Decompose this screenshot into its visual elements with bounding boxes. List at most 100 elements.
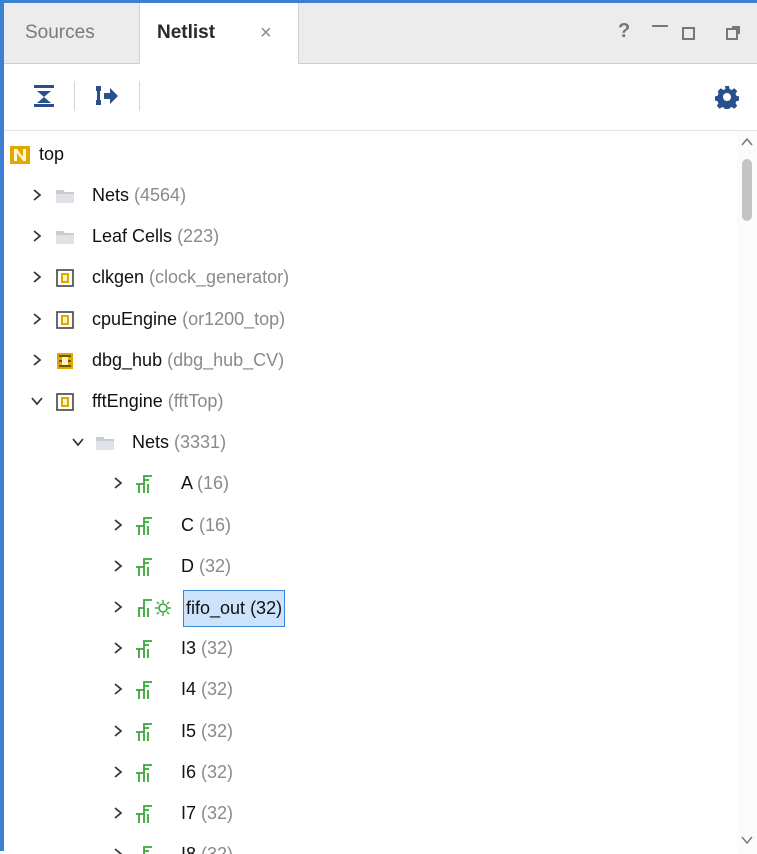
node-name: fftEngine	[92, 391, 163, 411]
collapse-all-icon[interactable]	[31, 83, 57, 109]
bus-net-icon	[136, 516, 152, 535]
node-name: D	[181, 555, 194, 576]
tree-row-label: I8 (32)	[181, 834, 233, 854]
tree-row[interactable]: I8 (32)	[4, 834, 734, 854]
toolbar	[4, 64, 757, 131]
scrollbar-thumb[interactable]	[742, 159, 752, 221]
bus-net-icon	[136, 557, 152, 576]
chevron-right-icon[interactable]	[112, 683, 124, 696]
tree-row[interactable]: I7 (32)	[4, 793, 734, 834]
bus-net-icon	[136, 722, 152, 741]
tree-row-label: Nets (4564)	[92, 175, 186, 216]
cell-icon	[56, 269, 74, 288]
chevron-down-icon[interactable]	[31, 395, 43, 407]
chevron-right-icon[interactable]	[112, 807, 124, 819]
node-name: I4	[181, 679, 197, 700]
folder-icon	[56, 231, 74, 245]
node-count: (fftTop)	[167, 391, 224, 411]
tree-row[interactable]: A (16)	[4, 463, 734, 504]
vertical-scrollbar[interactable]	[737, 131, 757, 854]
tree-row[interactable]: dbg_hub (dbg_hub_CV)	[4, 340, 734, 381]
node-name: fifo_out	[186, 598, 246, 618]
node-count: (32)	[250, 598, 283, 618]
tab-sources[interactable]: Sources	[4, 3, 139, 63]
scroll-up-icon[interactable]	[741, 137, 753, 147]
node-count: (32)	[201, 720, 234, 741]
minimize-icon[interactable]	[652, 25, 668, 27]
tree-row-label: I3 (32)	[181, 628, 233, 669]
chevron-right-icon[interactable]	[31, 230, 43, 242]
tree-row-label: Nets (3331)	[132, 422, 226, 463]
chevron-right-icon[interactable]	[112, 766, 124, 778]
tree-row[interactable]: Nets (4564)	[4, 175, 734, 216]
node-name: C	[181, 514, 194, 535]
close-icon[interactable]: ×	[260, 3, 272, 63]
node-count: (clock_generator)	[149, 267, 290, 288]
chevron-right-icon[interactable]	[31, 271, 43, 284]
tree-row[interactable]: I4 (32)	[4, 669, 734, 710]
chevron-right-icon[interactable]	[31, 354, 43, 366]
chevron-right-icon[interactable]	[31, 189, 43, 201]
chevron-right-icon[interactable]	[112, 560, 124, 572]
tree-row[interactable]: Nets (3331)	[4, 422, 734, 463]
tab-netlist-label: Netlist	[157, 22, 216, 43]
tree-row[interactable]: clkgen (clock_generator)	[4, 257, 734, 298]
chevron-down-icon[interactable]	[72, 436, 84, 448]
chevron-right-icon[interactable]	[112, 601, 124, 613]
maximize-icon[interactable]	[682, 27, 695, 40]
tree-row[interactable]: cpuEngine (or1200_top)	[4, 299, 734, 340]
node-count: (32)	[201, 803, 234, 823]
folder-icon	[56, 190, 74, 203]
node-name: I8	[181, 844, 196, 854]
node-count: (32)	[201, 844, 233, 854]
bus-net-icon	[136, 475, 152, 494]
chevron-right-icon[interactable]	[112, 518, 124, 531]
tree-row[interactable]: I6 (32)	[4, 752, 734, 793]
tab-netlist[interactable]: Netlist ×	[139, 3, 299, 64]
tree-row-label: cpuEngine (or1200_top)	[92, 299, 285, 340]
chevron-right-icon[interactable]	[112, 477, 124, 490]
float-window-icon[interactable]	[726, 26, 740, 40]
tree-row[interactable]: C (16)	[4, 505, 734, 546]
node-name: I5	[181, 720, 197, 741]
tree-row-label: dbg_hub (dbg_hub_CV)	[92, 340, 284, 381]
expand-all-icon[interactable]	[94, 83, 120, 109]
node-count: (32)	[199, 555, 232, 576]
bus-net-icon	[143, 846, 152, 854]
chevron-right-icon[interactable]	[112, 848, 124, 854]
scroll-down-icon[interactable]	[741, 835, 753, 845]
node-name: I7	[181, 803, 197, 823]
bus-net-icon	[136, 681, 152, 700]
netlist-tree: top Nets (4564) Leaf Cells (223) clkgen (c…	[4, 131, 734, 854]
tree-row-root[interactable]: top	[4, 134, 734, 175]
node-name: cpuEngine	[92, 308, 178, 329]
node-name: I3	[181, 638, 197, 659]
chevron-right-icon[interactable]	[112, 724, 124, 737]
node-name: dbg_hub	[92, 349, 163, 370]
tree-row[interactable]: fifo_out (32)	[4, 587, 734, 628]
tree-row-label: Leaf Cells (223)	[92, 216, 219, 257]
chevron-right-icon[interactable]	[112, 642, 124, 654]
tree-row-label: A (16)	[181, 463, 229, 504]
gear-icon[interactable]	[715, 85, 739, 109]
chevron-right-icon[interactable]	[31, 312, 43, 325]
node-count: (32)	[201, 679, 234, 700]
node-count: (32)	[201, 638, 234, 659]
tree-row-label: I6 (32)	[181, 752, 233, 793]
help-icon[interactable]: ?	[618, 21, 630, 41]
tree-row[interactable]: fftEngine (fftTop)	[4, 381, 734, 422]
tree-row[interactable]: Leaf Cells (223)	[4, 216, 734, 257]
tree-row-label: I7 (32)	[181, 793, 233, 834]
bus-net-icon	[136, 763, 152, 782]
tree-row[interactable]: I5 (32)	[4, 711, 734, 752]
node-count: (dbg_hub_CV)	[167, 349, 285, 370]
tree-row[interactable]: I3 (32)	[4, 628, 734, 669]
node-name: A	[181, 473, 193, 494]
tree-row-label: fftEngine (fftTop)	[92, 381, 223, 422]
tree-row-label: I4 (32)	[181, 669, 233, 710]
tree-row[interactable]: D (32)	[4, 546, 734, 587]
node-count: (4564)	[134, 185, 187, 205]
tree-row-label: I5 (32)	[181, 711, 233, 752]
node-count: (223)	[177, 226, 220, 247]
debug-probe-icon	[155, 600, 171, 616]
